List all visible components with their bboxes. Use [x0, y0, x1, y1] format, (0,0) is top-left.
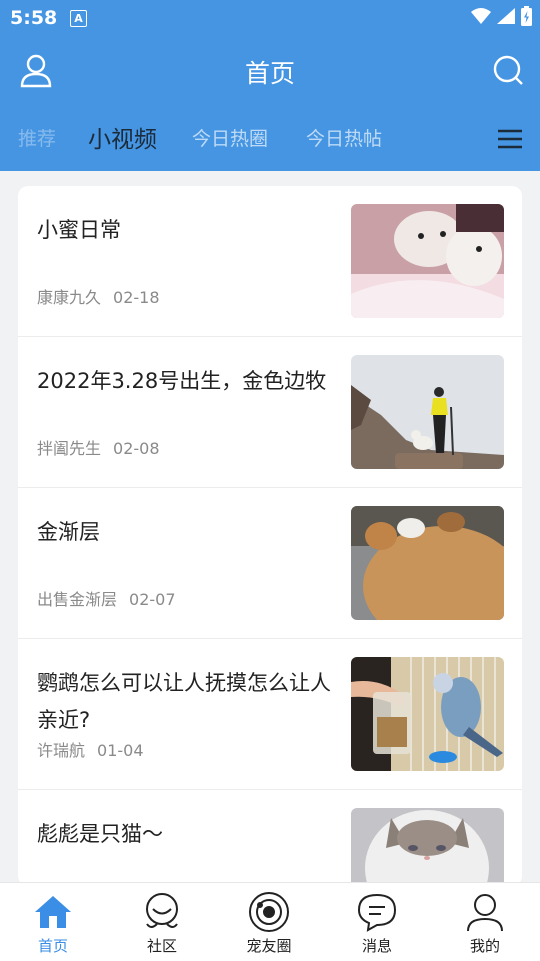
- list-item[interactable]: 鹦鹉怎么可以让人抚摸怎么让人亲近? 许瑞航 01-04: [18, 639, 522, 790]
- video-feed: 小蜜日常 康康九久 02-18 2022年3.28号出生，金色边牧 拌阖先生 02-…: [18, 186, 522, 886]
- item-date: 01-04: [97, 741, 144, 760]
- item-title: 小蜜日常: [37, 218, 121, 242]
- nav-home[interactable]: 首页: [8, 889, 98, 956]
- item-author: 拌阖先生: [37, 439, 102, 458]
- community-icon: [117, 889, 207, 935]
- item-thumbnail[interactable]: [351, 355, 504, 469]
- item-date: 02-08: [113, 439, 160, 458]
- item-title: 彪彪是只猫～: [37, 822, 163, 846]
- nav-label: 社区: [146, 937, 177, 955]
- item-meta: 出售金渐层 02-07: [37, 586, 176, 610]
- nav-label: 我的: [469, 937, 500, 955]
- item-meta: 许瑞航 01-04: [37, 737, 144, 761]
- nav-community[interactable]: 社区: [117, 889, 207, 956]
- nav-messages[interactable]: 消息: [332, 889, 422, 956]
- tab-hot-posts[interactable]: 今日热帖: [306, 124, 382, 151]
- status-time: 5:58: [10, 7, 58, 29]
- notification-icon: A: [70, 10, 87, 27]
- list-item[interactable]: 小蜜日常 康康九久 02-18: [18, 186, 522, 337]
- app-bar: 5:58 A 首页 推荐 小视频 今日热圈 今日热帖: [0, 0, 540, 171]
- battery-icon: [521, 6, 532, 26]
- wifi-icon: [471, 8, 491, 24]
- list-item[interactable]: 彪彪是只猫～: [18, 790, 522, 886]
- item-meta: 康康九久 02-18: [37, 284, 160, 308]
- title-bar: 首页: [0, 40, 540, 104]
- nav-pet-circle[interactable]: 宠友圈: [224, 889, 314, 956]
- tab-short-video[interactable]: 小视频: [88, 120, 157, 154]
- signal-icon: [497, 8, 515, 24]
- list-item[interactable]: 金渐层 出售金渐层 02-07: [18, 488, 522, 639]
- item-meta: 拌阖先生 02-08: [37, 435, 160, 459]
- item-date: 02-18: [113, 288, 160, 307]
- page-title: 首页: [244, 59, 295, 88]
- item-thumbnail[interactable]: [351, 204, 504, 318]
- item-thumbnail[interactable]: [351, 808, 504, 886]
- item-author: 许瑞航: [37, 741, 86, 760]
- nav-label: 宠友圈: [246, 937, 292, 955]
- bottom-nav: 首页 社区 宠友圈 消息 我的: [0, 882, 540, 961]
- item-author: 出售金渐层: [37, 590, 118, 609]
- item-title: 鹦鹉怎么可以让人抚摸怎么让人亲近?: [37, 671, 331, 732]
- item-author: 康康九久: [37, 288, 102, 307]
- item-title: 2022年3.28号出生，金色边牧: [37, 369, 327, 393]
- home-icon: [8, 889, 98, 935]
- item-thumbnail[interactable]: [351, 657, 504, 771]
- nav-label: 消息: [361, 937, 392, 955]
- nav-profile[interactable]: 我的: [440, 889, 530, 956]
- list-item[interactable]: 2022年3.28号出生，金色边牧 拌阖先生 02-08: [18, 337, 522, 488]
- message-icon: [332, 889, 422, 935]
- status-bar: 5:58 A: [0, 0, 540, 36]
- pet-circle-icon: [224, 889, 314, 935]
- item-date: 02-07: [129, 590, 176, 609]
- profile-icon: [440, 889, 530, 935]
- item-title: 金渐层: [37, 520, 100, 544]
- tab-recommend[interactable]: 推荐: [18, 124, 56, 151]
- tab-hot-circles[interactable]: 今日热圈: [192, 124, 268, 151]
- search-icon[interactable]: [492, 54, 524, 90]
- nav-label: 首页: [37, 937, 68, 955]
- category-tabs: 推荐 小视频 今日热圈 今日热帖: [0, 118, 540, 164]
- item-thumbnail[interactable]: [351, 506, 504, 620]
- menu-icon[interactable]: [498, 128, 522, 154]
